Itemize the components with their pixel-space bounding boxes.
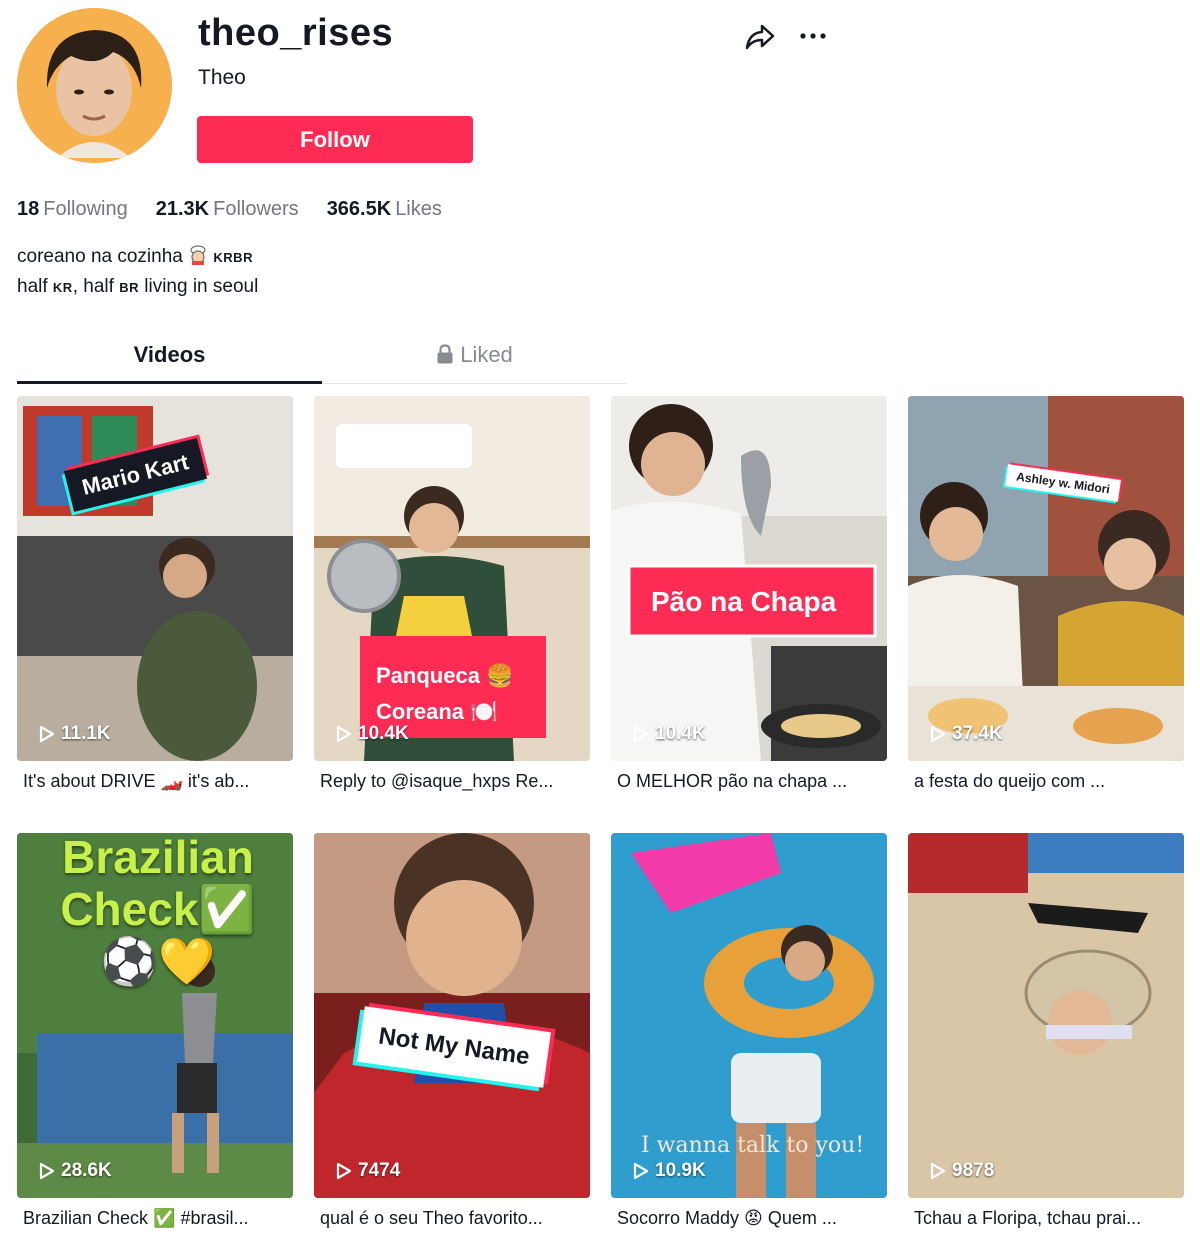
avatar-image xyxy=(17,8,172,163)
view-count-value: 10.4K xyxy=(358,723,409,744)
more-options-icon[interactable] xyxy=(797,26,829,46)
stat-likes: 366.5K Likes xyxy=(327,198,442,221)
play-icon xyxy=(336,1162,352,1180)
stat-value: 21.3K xyxy=(155,198,210,220)
play-icon xyxy=(633,1162,649,1180)
view-count: 11.1K xyxy=(39,723,111,745)
stat-following[interactable]: 18 Following xyxy=(17,198,128,221)
bio-text: , half xyxy=(72,276,114,297)
video-thumbnail[interactable]: Mario Kart 11.1K xyxy=(17,396,293,761)
play-icon xyxy=(930,725,946,743)
view-count-value: 10.4K xyxy=(655,723,706,744)
tab-liked[interactable]: Liked xyxy=(322,334,627,384)
bio: coreano na cozinha KRBR half KR, half BR… xyxy=(17,242,258,302)
avatar[interactable] xyxy=(17,8,172,163)
stat-value: 18 xyxy=(17,198,40,220)
play-icon xyxy=(930,1162,946,1180)
view-count: 28.6K xyxy=(39,1160,112,1182)
profile-stats: 18 Following 21.3K Followers 366.5K Likes xyxy=(17,198,442,221)
play-icon xyxy=(39,725,55,743)
follow-button[interactable]: Follow xyxy=(197,116,473,163)
video-thumbnail[interactable]: Brazilian Check✅⚽💛 28.6K xyxy=(17,833,293,1198)
view-count: 9878 xyxy=(930,1160,994,1182)
share-icon[interactable] xyxy=(744,22,776,52)
video-caption[interactable]: a festa do queijo com ... xyxy=(914,771,1178,792)
video-overlay-text: I wanna talk to you! xyxy=(641,1133,865,1158)
video-thumbnail[interactable]: 9878 xyxy=(908,833,1184,1198)
view-count: 7474 xyxy=(336,1160,400,1182)
view-count-value: 9878 xyxy=(952,1160,995,1181)
tab-label: Liked xyxy=(460,342,513,367)
stat-label: Following xyxy=(43,198,128,220)
video-thumbnail[interactable]: Not My Name 7474 xyxy=(314,833,590,1198)
view-count: 37.4K xyxy=(930,723,1003,745)
thumbnail-image xyxy=(908,833,1184,1198)
nickname: Theo xyxy=(198,66,246,89)
video-caption[interactable]: Reply to @isaque_hxps Re... xyxy=(320,771,584,792)
video-thumbnail[interactable]: Panqueca 🍔 Coreana 🍽️ 10.4K xyxy=(314,396,590,761)
stat-followers[interactable]: 21.3K Followers xyxy=(156,198,299,221)
view-count-value: 28.6K xyxy=(61,1160,112,1181)
play-icon xyxy=(336,725,352,743)
video-caption[interactable]: Socorro Maddy 😡 Quem ... xyxy=(617,1208,881,1229)
video-overlay-text: Pão na Chapa xyxy=(651,586,837,617)
video-thumbnail[interactable]: Pão na Chapa 10.4K xyxy=(611,396,887,761)
video-caption[interactable]: qual é o seu Theo favorito... xyxy=(320,1208,584,1229)
video-thumbnail[interactable]: I wanna talk to you! 10.9K xyxy=(611,833,887,1198)
stat-value: 366.5K xyxy=(326,198,392,220)
chef-emoji-icon xyxy=(190,245,206,265)
view-count: 10.4K xyxy=(336,723,409,745)
bio-text: half xyxy=(17,276,48,297)
bio-line-2: half KR, half BR living in seoul xyxy=(17,272,258,302)
lock-icon xyxy=(437,344,453,364)
flag-kr: KR xyxy=(52,280,73,295)
view-count-value: 10.9K xyxy=(655,1160,706,1181)
video-thumbnail[interactable]: Ashley w. Midori 37.4K xyxy=(908,396,1184,761)
view-count-value: 37.4K xyxy=(952,723,1003,744)
tab-videos[interactable]: Videos xyxy=(17,334,322,384)
thumbnail-image xyxy=(611,396,887,761)
play-icon xyxy=(633,725,649,743)
bio-text: living in seoul xyxy=(138,276,259,297)
username: theo_rises xyxy=(198,12,394,54)
video-caption[interactable]: O MELHOR pão na chapa ... xyxy=(617,771,881,792)
video-overlay-text: Brazilian Check✅⚽💛 xyxy=(60,833,256,987)
stat-label: Followers xyxy=(213,198,299,220)
view-count: 10.9K xyxy=(633,1160,706,1182)
video-overlay-text: Panqueca 🍔 Coreana 🍽️ xyxy=(376,663,514,724)
bio-line-1: coreano na cozinha KRBR xyxy=(17,242,258,272)
thumbnail-image xyxy=(314,833,590,1198)
bio-text: coreano na cozinha xyxy=(17,246,183,267)
video-caption[interactable]: It's about DRIVE 🏎️ it's ab... xyxy=(23,771,287,792)
thumbnail-image xyxy=(908,396,1184,761)
play-icon xyxy=(39,1162,55,1180)
view-count: 10.4K xyxy=(633,723,706,745)
flag-tag: KRBR xyxy=(213,250,253,265)
flag-br: BR xyxy=(119,280,139,295)
stat-label: Likes xyxy=(395,198,442,220)
video-caption[interactable]: Brazilian Check ✅ #brasil... xyxy=(23,1208,287,1229)
video-caption[interactable]: Tchau a Floripa, tchau prai... xyxy=(914,1208,1178,1229)
view-count-value: 11.1K xyxy=(61,723,111,744)
tab-label: Videos xyxy=(133,342,206,367)
profile-tabs: Videos Liked xyxy=(17,334,627,384)
view-count-value: 7474 xyxy=(358,1160,401,1181)
